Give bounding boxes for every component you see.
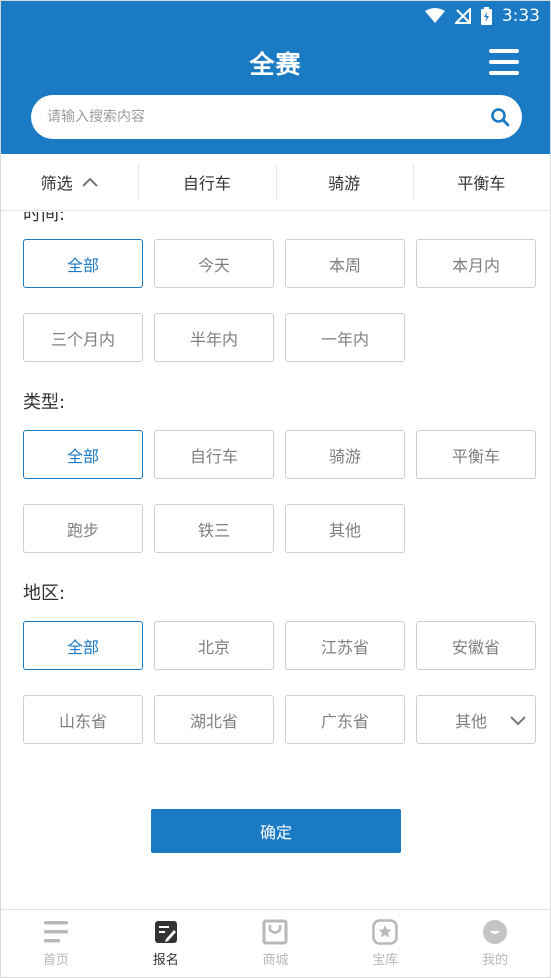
time-option-half-year[interactable]: 半年内 (154, 313, 274, 362)
tab-home[interactable]: 首页 (1, 910, 111, 977)
shop-icon (262, 919, 288, 945)
type-option-cycling-tour[interactable]: 骑游 (285, 430, 405, 479)
region-option-guangdong[interactable]: 广东省 (285, 695, 405, 744)
app-header: 全赛 (1, 31, 550, 154)
region-option-other-label: 其他 (454, 711, 487, 731)
bottom-tab-bar: 首页 报名 商城 宝库 我的 (1, 909, 550, 977)
tab-shop[interactable]: 商城 (221, 910, 331, 977)
chevron-up-icon (81, 177, 98, 187)
time-option-one-year[interactable]: 一年内 (285, 313, 405, 362)
tab-filter[interactable]: 筛选 (1, 154, 138, 210)
type-section-label: 类型: (23, 392, 66, 413)
tab-cycling-tour[interactable]: 骑游 (275, 154, 413, 210)
tab-label: 我的 (482, 953, 509, 968)
time-section-label: 时间: (23, 212, 66, 225)
search-bar[interactable] (31, 95, 522, 139)
tab-treasure[interactable]: 宝库 (330, 910, 440, 977)
time-option-this-month[interactable]: 本月内 (416, 239, 536, 288)
filter-tab-bar: 筛选 自行车 骑游 平衡车 (1, 154, 550, 211)
type-option-all[interactable]: 全部 (23, 430, 143, 479)
tab-label: 平衡车 (457, 174, 506, 193)
region-option-beijing[interactable]: 北京 (154, 621, 274, 670)
type-option-other[interactable]: 其他 (285, 504, 405, 553)
tab-profile[interactable]: 我的 (440, 910, 550, 977)
confirm-button[interactable]: 确定 (151, 809, 401, 853)
app-title: 全赛 (249, 50, 302, 79)
tab-label: 筛选 (40, 174, 73, 193)
signup-icon (154, 921, 177, 943)
menu-icon (489, 49, 519, 53)
status-bar: 3:33 (1, 1, 550, 31)
battery-icon (480, 7, 492, 25)
tab-label: 首页 (42, 953, 69, 968)
tab-balance-bike[interactable]: 平衡车 (412, 154, 550, 210)
no-signal-icon (454, 8, 471, 24)
time-option-three-months[interactable]: 三个月内 (23, 313, 143, 362)
tab-label: 骑游 (328, 174, 361, 193)
time-option-today[interactable]: 今天 (154, 239, 274, 288)
region-option-all[interactable]: 全部 (23, 621, 143, 670)
profile-icon (483, 920, 508, 944)
tab-signup[interactable]: 报名 (111, 910, 221, 977)
home-icon (43, 921, 68, 943)
search-icon[interactable] (490, 107, 510, 127)
region-option-anhui[interactable]: 安徽省 (416, 621, 536, 670)
region-option-jiangsu[interactable]: 江苏省 (285, 621, 405, 670)
filter-panel: 时间: 全部 今天 本周 本月内 三个月内 半年内 一年内 类型: 全部 自行车… (1, 212, 550, 910)
tab-label: 宝库 (372, 953, 399, 968)
chevron-down-icon (510, 716, 526, 726)
type-option-balance-bike[interactable]: 平衡车 (416, 430, 536, 479)
time-option-this-week[interactable]: 本周 (285, 239, 405, 288)
tab-label: 报名 (152, 953, 179, 968)
region-option-other-dropdown[interactable]: 其他 (416, 695, 536, 744)
region-section-label: 地区: (23, 583, 66, 604)
tab-label: 自行车 (182, 174, 231, 193)
time-option-all[interactable]: 全部 (23, 239, 143, 288)
status-time: 3:33 (501, 6, 540, 26)
wifi-icon (424, 8, 445, 24)
menu-button[interactable] (489, 49, 519, 75)
treasure-icon (372, 919, 399, 945)
region-option-hubei[interactable]: 湖北省 (154, 695, 274, 744)
type-option-bicycle[interactable]: 自行车 (154, 430, 274, 479)
tab-bicycle[interactable]: 自行车 (138, 154, 275, 210)
search-input[interactable] (47, 109, 490, 125)
tab-label: 商城 (262, 953, 289, 968)
type-option-triathlon[interactable]: 铁三 (154, 504, 274, 553)
type-option-running[interactable]: 跑步 (23, 504, 143, 553)
region-option-shandong[interactable]: 山东省 (23, 695, 143, 744)
